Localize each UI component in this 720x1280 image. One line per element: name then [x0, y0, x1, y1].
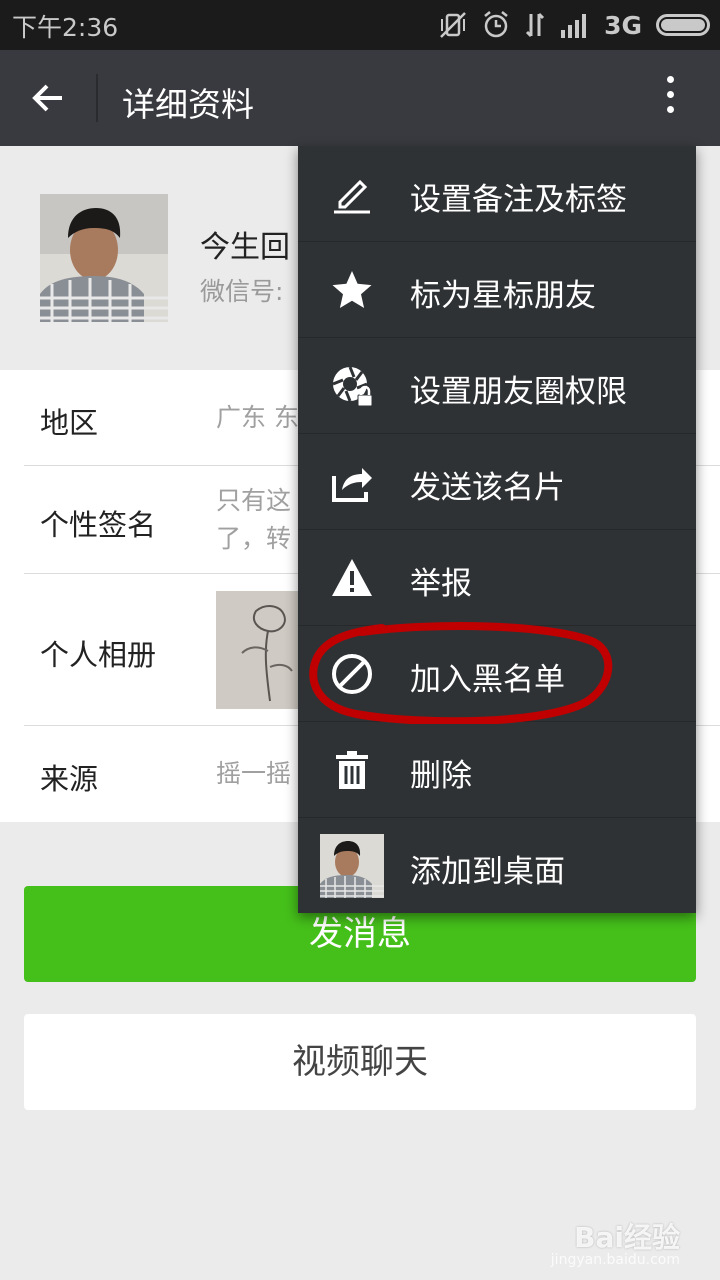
share-icon — [332, 468, 372, 502]
menu-item-add-to-desktop[interactable]: 添加到桌面 — [298, 818, 696, 914]
app-bar: 详细资料 — [0, 50, 720, 146]
app-bar-divider — [96, 74, 98, 122]
menu-item-label: 标为星标朋友 — [410, 278, 596, 314]
vibrate-off-icon — [440, 12, 466, 38]
more-vertical-icon[interactable] — [662, 76, 678, 120]
overflow-menu: 设置备注及标签 标为星标朋友 设置朋友圈权限 发送该名片 举报 加入黑名单 删除… — [298, 146, 696, 913]
menu-item-label: 添加到桌面 — [410, 854, 565, 890]
status-bar: 下午2:36 3G — [0, 0, 720, 50]
menu-item-report[interactable]: 举报 — [298, 530, 696, 626]
star-icon — [332, 271, 372, 308]
source-value: 摇一摇 — [216, 759, 292, 788]
profile-name: 今生回 — [200, 230, 290, 265]
video-chat-button[interactable]: 视频聊天 — [24, 1014, 696, 1110]
menu-item-label: 设置朋友圈权限 — [410, 374, 627, 410]
menu-item-label: 删除 — [410, 758, 472, 794]
menu-item-label: 发送该名片 — [410, 470, 565, 506]
menu-item-moments-permission[interactable]: 设置朋友圈权限 — [298, 338, 696, 434]
menu-item-set-remark[interactable]: 设置备注及标签 — [298, 146, 696, 242]
wechat-id: 微信号: — [200, 277, 284, 306]
album-label: 个人相册 — [40, 638, 157, 672]
menu-item-add-blacklist[interactable]: 加入黑名单 — [298, 626, 696, 722]
signature-label: 个性签名 — [40, 508, 157, 542]
baidu-watermark: Bai经验 — [574, 1221, 680, 1254]
menu-item-label: 举报 — [410, 566, 472, 602]
signature-line-2: 了，转 — [216, 524, 292, 553]
menu-item-delete[interactable]: 删除 — [298, 722, 696, 818]
region-value: 广东 东 — [216, 403, 299, 432]
menu-item-label: 加入黑名单 — [410, 662, 565, 698]
trash-icon — [336, 751, 368, 789]
block-icon — [332, 654, 372, 694]
avatar-thumbnail — [320, 834, 384, 898]
menu-item-label: 设置备注及标签 — [410, 182, 627, 218]
edit-pencil-icon — [334, 179, 370, 214]
warning-icon — [332, 559, 372, 596]
avatar[interactable] — [40, 194, 168, 322]
alarm-icon — [484, 11, 508, 38]
network-type: 3G — [604, 10, 642, 40]
watermark-url: jingyan.baidu.com — [550, 1252, 680, 1268]
data-arrows-icon — [526, 12, 545, 38]
region-label: 地区 — [40, 406, 99, 440]
source-label: 来源 — [40, 762, 99, 796]
arrow-left-icon[interactable] — [28, 78, 68, 118]
battery-icon — [656, 14, 710, 36]
page-title: 详细资料 — [122, 85, 254, 124]
menu-item-star-friend[interactable]: 标为星标朋友 — [298, 242, 696, 338]
menu-item-send-card[interactable]: 发送该名片 — [298, 434, 696, 530]
status-time: 下午2:36 — [12, 13, 119, 42]
signal-icon — [561, 14, 587, 38]
moments-lock-icon — [332, 366, 373, 407]
signature-line-1: 只有这 — [216, 486, 292, 515]
